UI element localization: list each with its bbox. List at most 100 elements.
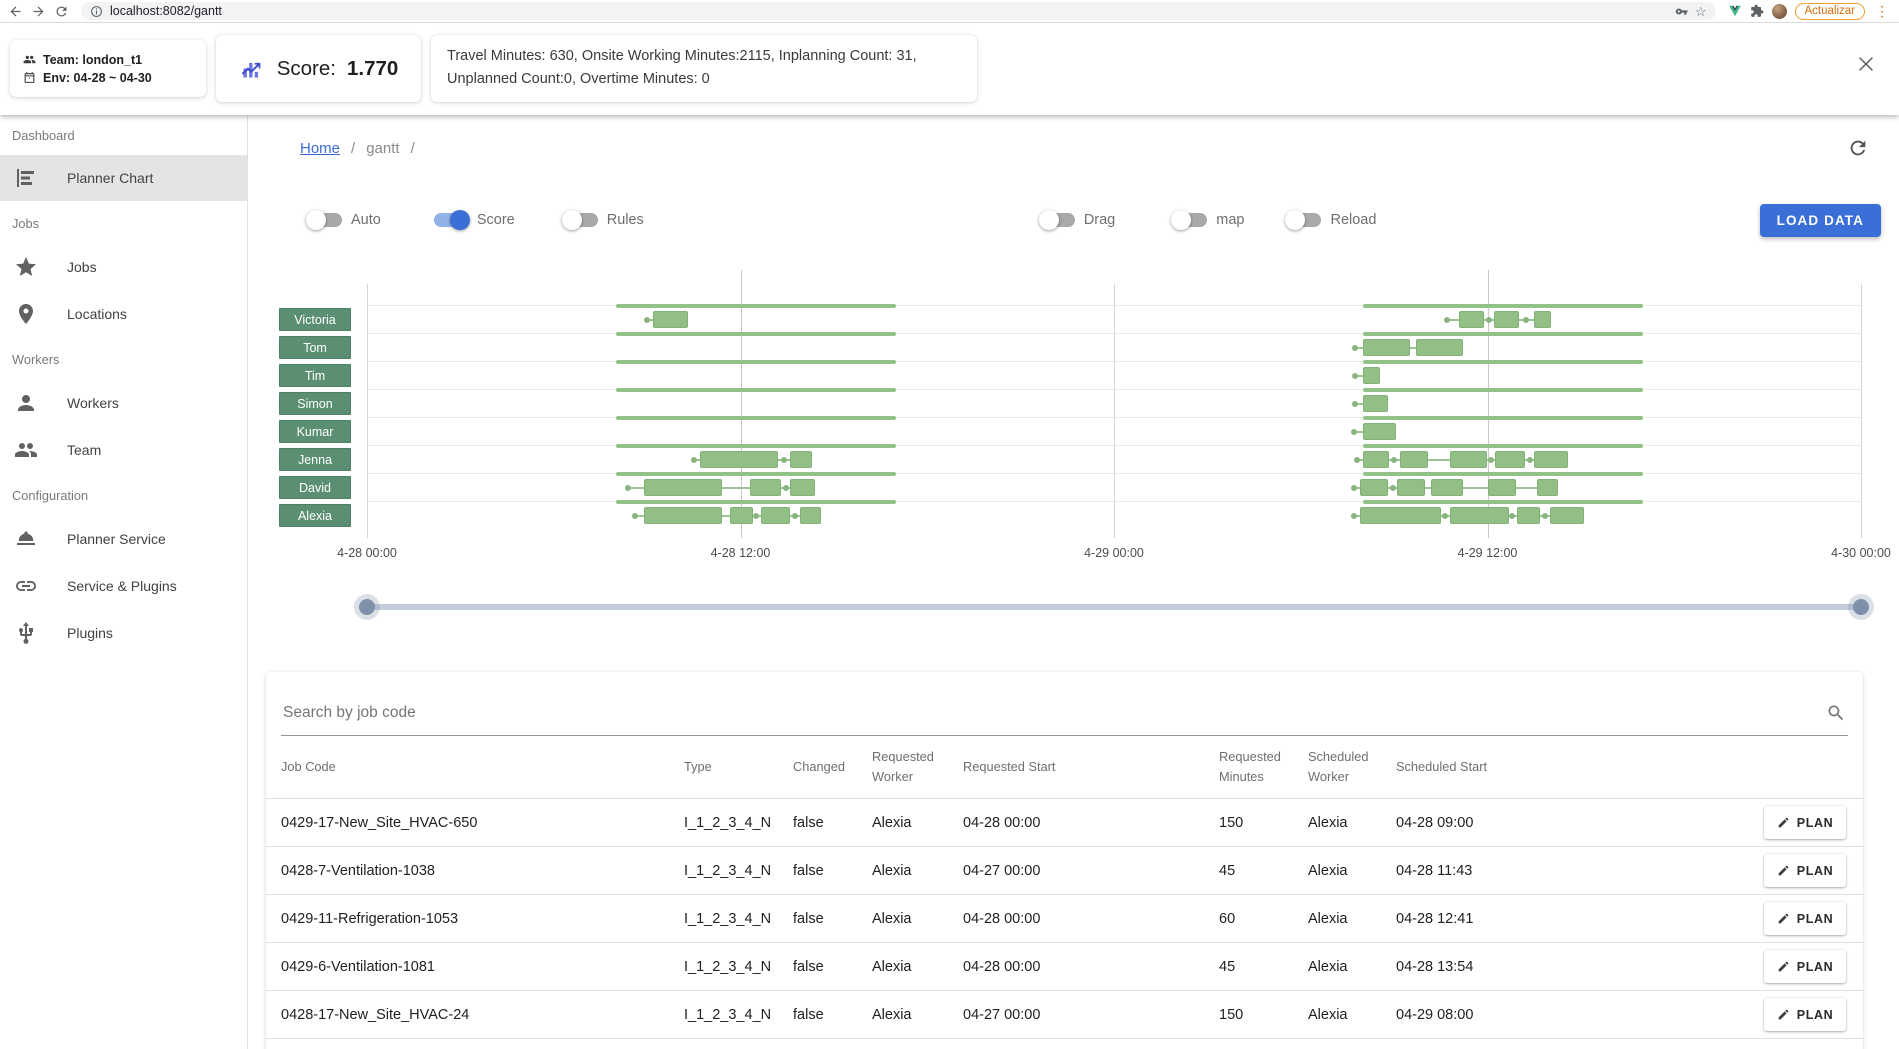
reload-icon[interactable] bbox=[54, 4, 69, 19]
location-icon bbox=[14, 302, 38, 326]
gantt-bar[interactable] bbox=[1363, 423, 1396, 440]
gantt-bar[interactable] bbox=[1363, 367, 1380, 384]
plan-button[interactable]: PLAN bbox=[1764, 950, 1846, 983]
toggle-rules[interactable] bbox=[564, 213, 598, 227]
gantt-bar[interactable] bbox=[761, 507, 791, 524]
service-bell-icon bbox=[14, 527, 38, 551]
team-label: Team: london_t1 bbox=[43, 53, 142, 67]
toggle-auto[interactable] bbox=[308, 213, 342, 227]
search-input[interactable] bbox=[281, 703, 981, 723]
table-cell: 150 bbox=[1219, 815, 1308, 831]
gantt-bar[interactable] bbox=[1534, 311, 1551, 328]
toggle-map[interactable] bbox=[1173, 213, 1207, 227]
table-cell: Alexia bbox=[1308, 863, 1396, 879]
sidebar-item-workers[interactable]: Workers bbox=[0, 380, 247, 426]
slider-handle-left[interactable] bbox=[359, 599, 375, 615]
toggle-score[interactable] bbox=[434, 213, 468, 227]
sidebar-item-planner-chart[interactable]: Planner Chart bbox=[0, 155, 247, 201]
forward-icon[interactable] bbox=[31, 4, 46, 19]
url-text[interactable]: localhost:8082/gantt bbox=[110, 4, 1668, 18]
plan-button[interactable]: PLAN bbox=[1764, 902, 1846, 935]
toggle-drag[interactable] bbox=[1041, 213, 1075, 227]
gantt-bar[interactable] bbox=[644, 479, 722, 496]
key-icon[interactable] bbox=[1675, 5, 1688, 18]
vue-devtools-icon[interactable] bbox=[1728, 4, 1742, 18]
refresh-icon[interactable] bbox=[1847, 137, 1869, 159]
gantt-bar[interactable] bbox=[1495, 451, 1525, 468]
working-window bbox=[616, 444, 896, 448]
browser-menu-icon[interactable]: ⋮ bbox=[1873, 4, 1891, 18]
gantt-bar[interactable] bbox=[653, 311, 687, 328]
gantt-bar[interactable] bbox=[1431, 479, 1462, 496]
gantt-dot bbox=[1523, 317, 1529, 323]
load-data-button[interactable]: LOAD DATA bbox=[1760, 204, 1881, 237]
gantt-bar[interactable] bbox=[1450, 451, 1487, 468]
team-env-card: Team: london_t1 Env: 04-28 ~ 04-30 bbox=[10, 40, 206, 97]
gantt-bar[interactable] bbox=[1360, 507, 1441, 524]
gantt-bar[interactable] bbox=[1397, 479, 1425, 496]
gantt-bar[interactable] bbox=[644, 507, 722, 524]
sidebar-item-team[interactable]: Team bbox=[0, 427, 247, 473]
actualizar-button[interactable]: Actualizar bbox=[1795, 3, 1866, 20]
table-cell: 0428-17-New_Site_HVAC-24 bbox=[281, 1007, 684, 1023]
avatar[interactable] bbox=[1772, 4, 1787, 19]
gantt-bar[interactable] bbox=[750, 479, 781, 496]
table-cell: Alexia bbox=[1308, 959, 1396, 975]
table-cell: 45 bbox=[1219, 959, 1308, 975]
sidebar-item-plugins[interactable]: Plugins bbox=[0, 610, 247, 656]
gantt-bar[interactable] bbox=[1534, 451, 1568, 468]
gantt-bar[interactable] bbox=[1537, 479, 1557, 496]
sidebar-item-label: Team bbox=[67, 442, 101, 458]
gantt-bar[interactable] bbox=[1517, 507, 1540, 524]
gantt-bar[interactable] bbox=[1416, 339, 1463, 356]
info-icon[interactable] bbox=[90, 5, 103, 18]
extensions-puzzle-icon[interactable] bbox=[1750, 4, 1764, 18]
toggle-reload[interactable] bbox=[1287, 213, 1321, 227]
slider-handle-right[interactable] bbox=[1853, 599, 1869, 615]
plan-button[interactable]: PLAN bbox=[1764, 806, 1846, 839]
gantt-bar[interactable] bbox=[1363, 395, 1388, 412]
table-cell: false bbox=[793, 911, 872, 927]
breadcrumb: Home / gantt / bbox=[300, 140, 415, 157]
gantt-bar[interactable] bbox=[790, 451, 812, 468]
sidebar-item-planner-service[interactable]: Planner Service bbox=[0, 516, 247, 562]
sidebar-item-label: Service & Plugins bbox=[67, 578, 177, 594]
table-cell: I_1_2_3_4_N bbox=[684, 959, 793, 975]
table-header-job-code: Job Code bbox=[281, 757, 684, 777]
sidebar-item-locations[interactable]: Locations bbox=[0, 291, 247, 337]
gantt-row: Simon bbox=[248, 390, 1891, 418]
people-icon bbox=[14, 438, 38, 462]
gantt-bar[interactable] bbox=[700, 451, 778, 468]
gantt-bar[interactable] bbox=[1550, 507, 1584, 524]
gantt-bar[interactable] bbox=[1363, 451, 1389, 468]
gantt-bar[interactable] bbox=[1360, 479, 1388, 496]
bookmark-star-icon[interactable]: ☆ bbox=[1695, 5, 1707, 18]
sidebar-item-jobs[interactable]: Jobs bbox=[0, 244, 247, 290]
table-cell: 04-28 00:00 bbox=[963, 911, 1219, 927]
plan-button-label: PLAN bbox=[1797, 864, 1833, 878]
plan-button[interactable]: PLAN bbox=[1764, 998, 1846, 1031]
gantt-bar[interactable] bbox=[730, 507, 753, 524]
gantt-bar[interactable] bbox=[1488, 479, 1516, 496]
plan-button[interactable]: PLAN bbox=[1764, 854, 1846, 887]
gantt-bar[interactable] bbox=[1450, 507, 1509, 524]
gantt-bar[interactable] bbox=[800, 507, 822, 524]
breadcrumb-home-link[interactable]: Home bbox=[300, 140, 340, 157]
gantt-bar[interactable] bbox=[1363, 339, 1410, 356]
working-window bbox=[1363, 304, 1643, 308]
url-bar[interactable]: localhost:8082/gantt ☆ bbox=[81, 2, 1716, 20]
gantt-bar[interactable] bbox=[1494, 311, 1519, 328]
time-range-slider-track[interactable] bbox=[367, 604, 1861, 610]
table-cell: 04-27 00:00 bbox=[963, 863, 1219, 879]
gantt-bar[interactable] bbox=[1400, 451, 1428, 468]
table-cell: I_1_2_3_4_N bbox=[684, 815, 793, 831]
table-row: 0428-7-Ventilation-1038I_1_2_3_4_NfalseA… bbox=[266, 847, 1863, 895]
gantt-bar[interactable] bbox=[1459, 311, 1484, 328]
gantt-bar[interactable] bbox=[790, 479, 815, 496]
back-icon[interactable] bbox=[8, 4, 23, 19]
search-icon[interactable] bbox=[1826, 703, 1846, 723]
sidebar-item-service-plugins[interactable]: Service & Plugins bbox=[0, 563, 247, 609]
gantt-dot bbox=[1542, 513, 1548, 519]
gantt-dot bbox=[1444, 317, 1450, 323]
close-icon[interactable] bbox=[1855, 53, 1877, 75]
